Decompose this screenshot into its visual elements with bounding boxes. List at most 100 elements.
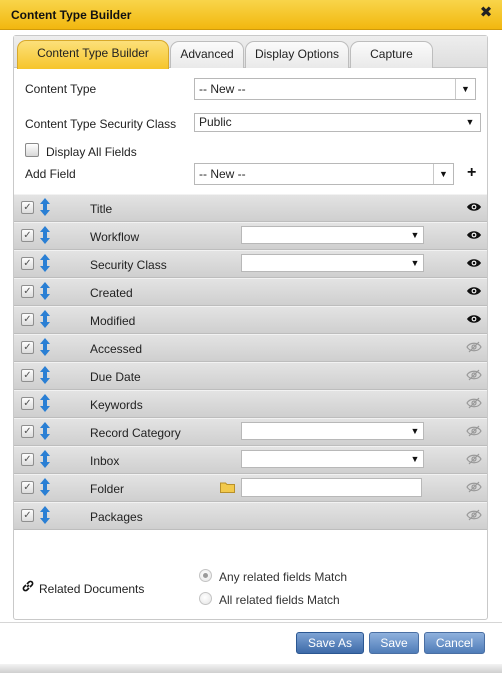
- field-checkbox[interactable]: ✓: [21, 285, 34, 298]
- add-field-select[interactable]: -- New -- ▼: [194, 163, 454, 185]
- move-arrows-icon[interactable]: [39, 281, 51, 301]
- link-icon: [22, 580, 34, 592]
- field-row-workflow: ✓ Workflow ▼: [14, 222, 487, 250]
- field-checkbox[interactable]: ✓: [21, 369, 34, 382]
- field-row-created: ✓ Created: [14, 278, 487, 306]
- chevron-down-icon: ▼: [433, 164, 453, 184]
- field-name: Keywords: [90, 398, 143, 412]
- field-checkbox[interactable]: ✓: [21, 509, 34, 522]
- tab-bar: Content Type Builder Advanced Display Op…: [14, 36, 487, 69]
- field-row-inbox: ✓ Inbox ▼: [14, 446, 487, 474]
- inbox-select[interactable]: ▼: [241, 450, 424, 468]
- move-arrows-icon[interactable]: [39, 393, 51, 413]
- field-name: Packages: [90, 510, 143, 524]
- tab-advanced[interactable]: Advanced: [170, 41, 244, 68]
- all-related-fields-radio[interactable]: [199, 592, 212, 605]
- eye-hidden-icon[interactable]: [466, 453, 482, 465]
- footer-divider: [0, 622, 502, 623]
- field-checkbox[interactable]: ✓: [21, 397, 34, 410]
- field-checkbox[interactable]: ✓: [21, 313, 34, 326]
- move-arrows-icon[interactable]: [39, 421, 51, 441]
- field-name: Security Class: [90, 258, 167, 272]
- workflow-select[interactable]: ▼: [241, 226, 424, 244]
- field-row-modified: ✓ Modified: [14, 306, 487, 334]
- window-bottom-edge: [0, 664, 502, 673]
- eye-icon[interactable]: [466, 229, 482, 241]
- eye-hidden-icon[interactable]: [466, 509, 482, 521]
- window-title: Content Type Builder: [11, 8, 132, 22]
- move-arrows-icon[interactable]: [39, 225, 51, 245]
- all-related-fields-label: All related fields Match: [219, 593, 340, 607]
- close-icon[interactable]: ✖: [479, 5, 493, 20]
- field-checkbox[interactable]: ✓: [21, 341, 34, 354]
- field-checkbox[interactable]: ✓: [21, 453, 34, 466]
- eye-icon[interactable]: [466, 285, 482, 297]
- folder-input[interactable]: [241, 478, 422, 497]
- field-row-security-class: ✓ Security Class ▼: [14, 250, 487, 278]
- eye-hidden-icon[interactable]: [466, 425, 482, 437]
- chevron-down-icon: ▼: [410, 454, 420, 464]
- field-name: Folder: [90, 482, 125, 496]
- any-related-fields-radio[interactable]: [199, 569, 212, 582]
- chevron-down-icon: ▼: [455, 79, 475, 99]
- chevron-down-icon: ▼: [410, 258, 420, 268]
- field-name: Due Date: [90, 370, 141, 384]
- move-arrows-icon[interactable]: [39, 309, 51, 329]
- eye-icon[interactable]: [466, 313, 482, 325]
- add-field-label: Add Field: [25, 167, 76, 181]
- security-class-row-select[interactable]: ▼: [241, 254, 424, 272]
- chevron-down-icon: ▼: [410, 426, 420, 436]
- security-class-value: Public: [199, 115, 232, 129]
- field-name: Record Category: [90, 426, 181, 440]
- related-documents-label: Related Documents: [39, 582, 145, 596]
- security-class-select[interactable]: Public ▼: [194, 113, 481, 132]
- record-category-select[interactable]: ▼: [241, 422, 424, 440]
- field-row-packages: ✓ Packages: [14, 502, 487, 530]
- field-checkbox[interactable]: ✓: [21, 257, 34, 270]
- field-checkbox[interactable]: ✓: [21, 425, 34, 438]
- move-arrows-icon[interactable]: [39, 477, 51, 497]
- save-button[interactable]: Save: [369, 632, 419, 654]
- tab-display-options[interactable]: Display Options: [245, 41, 349, 68]
- content-type-label: Content Type: [25, 82, 97, 96]
- save-as-button[interactable]: Save As: [296, 632, 364, 654]
- field-row-accessed: ✓ Accessed: [14, 334, 487, 362]
- field-row-due-date: ✓ Due Date: [14, 362, 487, 390]
- eye-hidden-icon[interactable]: [466, 341, 482, 353]
- content-type-value: -- New --: [199, 82, 246, 96]
- chevron-down-icon: ▼: [410, 230, 420, 240]
- field-name: Created: [90, 286, 133, 300]
- content-type-select[interactable]: -- New -- ▼: [194, 78, 476, 100]
- eye-hidden-icon[interactable]: [466, 397, 482, 409]
- move-arrows-icon[interactable]: [39, 337, 51, 357]
- field-checkbox[interactable]: ✓: [21, 481, 34, 494]
- add-field-button[interactable]: +: [467, 164, 476, 182]
- field-name: Title: [90, 202, 113, 216]
- eye-hidden-icon[interactable]: [466, 481, 482, 493]
- any-related-fields-label: Any related fields Match: [219, 570, 348, 584]
- eye-icon[interactable]: [466, 257, 482, 269]
- eye-hidden-icon[interactable]: [466, 369, 482, 381]
- move-arrows-icon[interactable]: [39, 197, 51, 217]
- move-arrows-icon[interactable]: [39, 505, 51, 525]
- field-name: Modified: [90, 314, 136, 328]
- tab-capture[interactable]: Capture: [350, 41, 433, 68]
- folder-icon[interactable]: [220, 481, 235, 493]
- add-field-value: -- New --: [199, 167, 246, 181]
- display-all-fields-label: Display All Fields: [46, 145, 137, 159]
- move-arrows-icon[interactable]: [39, 253, 51, 273]
- field-checkbox[interactable]: ✓: [21, 201, 34, 214]
- field-name: Workflow: [90, 230, 140, 244]
- move-arrows-icon[interactable]: [39, 449, 51, 469]
- move-arrows-icon[interactable]: [39, 365, 51, 385]
- display-all-fields-checkbox[interactable]: [25, 143, 39, 157]
- field-row-keywords: ✓ Keywords: [14, 390, 487, 418]
- tab-content-type-builder[interactable]: Content Type Builder: [17, 40, 169, 69]
- field-name: Accessed: [90, 342, 143, 356]
- field-checkbox[interactable]: ✓: [21, 229, 34, 242]
- security-class-label: Content Type Security Class: [25, 117, 177, 131]
- cancel-button[interactable]: Cancel: [424, 632, 485, 654]
- builder-panel: Content Type Builder Advanced Display Op…: [13, 35, 488, 620]
- eye-icon[interactable]: [466, 201, 482, 213]
- field-row-title: ✓ Title: [14, 194, 487, 222]
